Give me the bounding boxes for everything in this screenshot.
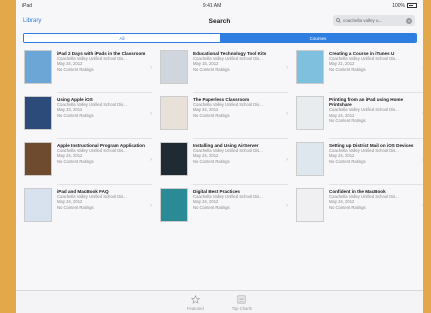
course-cover [24, 142, 52, 176]
course-info: Printing from an iPad using Home Printsh… [329, 96, 423, 138]
tab-top-charts-label: Top Charts [231, 306, 252, 311]
star-icon [190, 295, 200, 304]
chevron-right-icon: › [286, 157, 288, 163]
chevron-right-icon: › [286, 203, 288, 209]
course-cover [160, 188, 188, 222]
tab-bar: Featured Top Charts [16, 290, 423, 313]
chevron-right-icon: › [150, 111, 152, 117]
course-cover [24, 188, 52, 222]
course-item[interactable]: Apple Instructional Program Application C… [24, 142, 152, 184]
course-item[interactable]: iPad 2 Days with iPads in the Classroom C… [24, 50, 152, 92]
chevron-right-icon: › [150, 203, 152, 209]
tab-top-charts[interactable]: Top Charts [232, 295, 252, 313]
chevron-right-icon: › [286, 65, 288, 71]
search-query: coachella valley u... [343, 18, 383, 23]
battery-icon [406, 3, 417, 8]
chevron-right-icon: › [422, 111, 423, 117]
wood-frame [0, 0, 16, 313]
course-rating: No Content Ratings [329, 117, 366, 123]
tab-featured-label: Featured [186, 306, 204, 311]
row-divider [57, 138, 152, 139]
navigation-bar: Library Search coachella valley u... × [16, 11, 423, 31]
course-rating: No Content Ratings [57, 66, 94, 72]
course-cover [24, 96, 52, 130]
course-rating: No Content Ratings [329, 66, 366, 72]
list-icon [237, 295, 246, 304]
course-cover [160, 50, 188, 84]
battery-percent: 100% [392, 2, 405, 9]
course-item[interactable]: Installing and Using AirServer Coachella … [160, 142, 288, 184]
course-item[interactable]: Confident in the MacBook Coachella Valley… [296, 188, 423, 230]
course-item[interactable]: iPad and MacBook FAQ Coachella Valley Uni… [24, 188, 152, 230]
course-rating: No Content Ratings [329, 158, 366, 164]
segment-courses[interactable]: Courses [220, 34, 416, 42]
course-rating: No Content Ratings [57, 204, 94, 210]
chevron-right-icon: › [150, 65, 152, 71]
course-cover [24, 50, 52, 84]
course-rating: No Content Ratings [193, 66, 230, 72]
course-info: Creating a Course in iTunes U Coachella V… [329, 50, 423, 92]
course-item[interactable]: Creating a Course in iTunes U Coachella V… [296, 50, 423, 92]
segment-all[interactable]: All [24, 34, 220, 42]
course-cover [160, 96, 188, 130]
row-divider [57, 184, 152, 185]
course-rating: No Content Ratings [57, 112, 94, 118]
battery: 100% [392, 3, 417, 9]
row-divider [57, 92, 152, 93]
row-divider [329, 138, 423, 139]
course-cover [296, 188, 324, 222]
device-label: iPad [22, 2, 33, 9]
segmented-control: All Courses [23, 33, 417, 43]
row-divider [329, 184, 423, 185]
row-divider [329, 92, 423, 93]
course-info: Setting up District Mail on iOS Devices C… [329, 142, 423, 184]
course-info: iPad and MacBook FAQ Coachella Valley Uni… [57, 188, 152, 230]
clock: 9:41 AM [202, 2, 222, 9]
search-icon [336, 18, 341, 23]
course-item[interactable]: Educational Technology Tool Kits Coachell… [160, 50, 288, 92]
course-info: Apple Instructional Program Application C… [57, 142, 152, 184]
course-rating: No Content Ratings [57, 158, 94, 164]
chevron-right-icon: › [150, 157, 152, 163]
course-item[interactable]: The Paperless Classroom Coachella Valley … [160, 96, 288, 138]
row-divider [193, 138, 288, 139]
status-bar: iPad 9:41 AM 100% [16, 0, 423, 11]
course-rating: No Content Ratings [193, 158, 230, 164]
course-cover [296, 50, 324, 84]
course-cover [160, 142, 188, 176]
course-item[interactable]: Digital Best Practices Coachella Valley U… [160, 188, 288, 230]
ipad-screen: iPad 9:41 AM 100% Library Search coachel… [16, 0, 423, 313]
course-item[interactable]: Setting up District Mail on iOS Devices C… [296, 142, 423, 184]
row-divider [193, 92, 288, 93]
course-info: Installing and Using AirServer Coachella … [193, 142, 288, 184]
chevron-right-icon: › [422, 157, 423, 163]
course-rating: No Content Ratings [193, 204, 230, 210]
search-field[interactable]: coachella valley u... × [333, 15, 415, 26]
course-info: Using Apple iOS Coachella Valley Unified … [57, 96, 152, 138]
course-item[interactable]: Printing from an iPad using Home Printsh… [296, 96, 423, 138]
course-info: The Paperless Classroom Coachella Valley … [193, 96, 288, 138]
course-cover [296, 96, 324, 130]
course-item[interactable]: Using Apple iOS Coachella Valley Unified … [24, 96, 152, 138]
row-divider [193, 184, 288, 185]
course-info: Confident in the MacBook Coachella Valley… [329, 188, 423, 230]
course-info: iPad 2 Days with iPads in the Classroom C… [57, 50, 152, 92]
tab-featured[interactable]: Featured [187, 295, 204, 313]
course-title: Printing from an iPad using Home Printsh… [329, 97, 404, 108]
course-cover [296, 142, 324, 176]
clear-search-icon[interactable]: × [406, 17, 412, 24]
chevron-right-icon: › [286, 111, 288, 117]
course-info: Educational Technology Tool Kits Coachell… [193, 50, 288, 92]
chevron-right-icon: › [422, 203, 423, 209]
course-rating: No Content Ratings [193, 112, 230, 118]
course-info: Digital Best Practices Coachella Valley U… [193, 188, 288, 230]
chevron-right-icon: › [422, 65, 423, 71]
course-rating: No Content Ratings [329, 204, 366, 210]
